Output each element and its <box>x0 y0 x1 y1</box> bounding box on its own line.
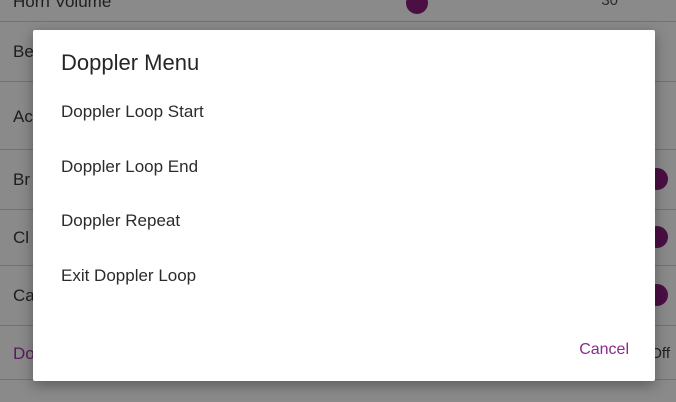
dialog-title: Doppler Menu <box>61 50 200 75</box>
menu-item-doppler-repeat[interactable]: Doppler Repeat <box>33 200 655 242</box>
settings-row-label: Do <box>13 344 35 363</box>
settings-row-label: Cl <box>13 228 30 247</box>
menu-item-label: Doppler Loop Start <box>61 102 204 121</box>
menu-item-doppler-loop-end[interactable]: Doppler Loop End <box>33 146 655 188</box>
menu-item-doppler-loop-start[interactable]: Doppler Loop Start <box>33 91 655 133</box>
settings-row-label: Be <box>13 42 34 61</box>
doppler-menu-dialog: Doppler Menu Doppler Loop Start Doppler … <box>33 30 655 381</box>
volume-slider-knob <box>406 0 428 14</box>
settings-row-label: Horn Volume <box>13 0 112 11</box>
menu-item-label: Doppler Repeat <box>61 211 181 230</box>
menu-item-label: Exit Doppler Loop <box>61 266 197 285</box>
settings-row-label: Br <box>13 170 30 189</box>
settings-row-label: Ac <box>13 107 33 126</box>
settings-row-horn-volume: Horn Volume 30 <box>0 0 676 22</box>
volume-value: 30 <box>601 0 618 9</box>
menu-item-exit-doppler-loop[interactable]: Exit Doppler Loop <box>33 255 655 297</box>
settings-row-label: Ca <box>13 286 35 305</box>
cancel-button[interactable]: Cancel <box>579 341 629 359</box>
menu-item-label: Doppler Loop End <box>61 157 199 176</box>
